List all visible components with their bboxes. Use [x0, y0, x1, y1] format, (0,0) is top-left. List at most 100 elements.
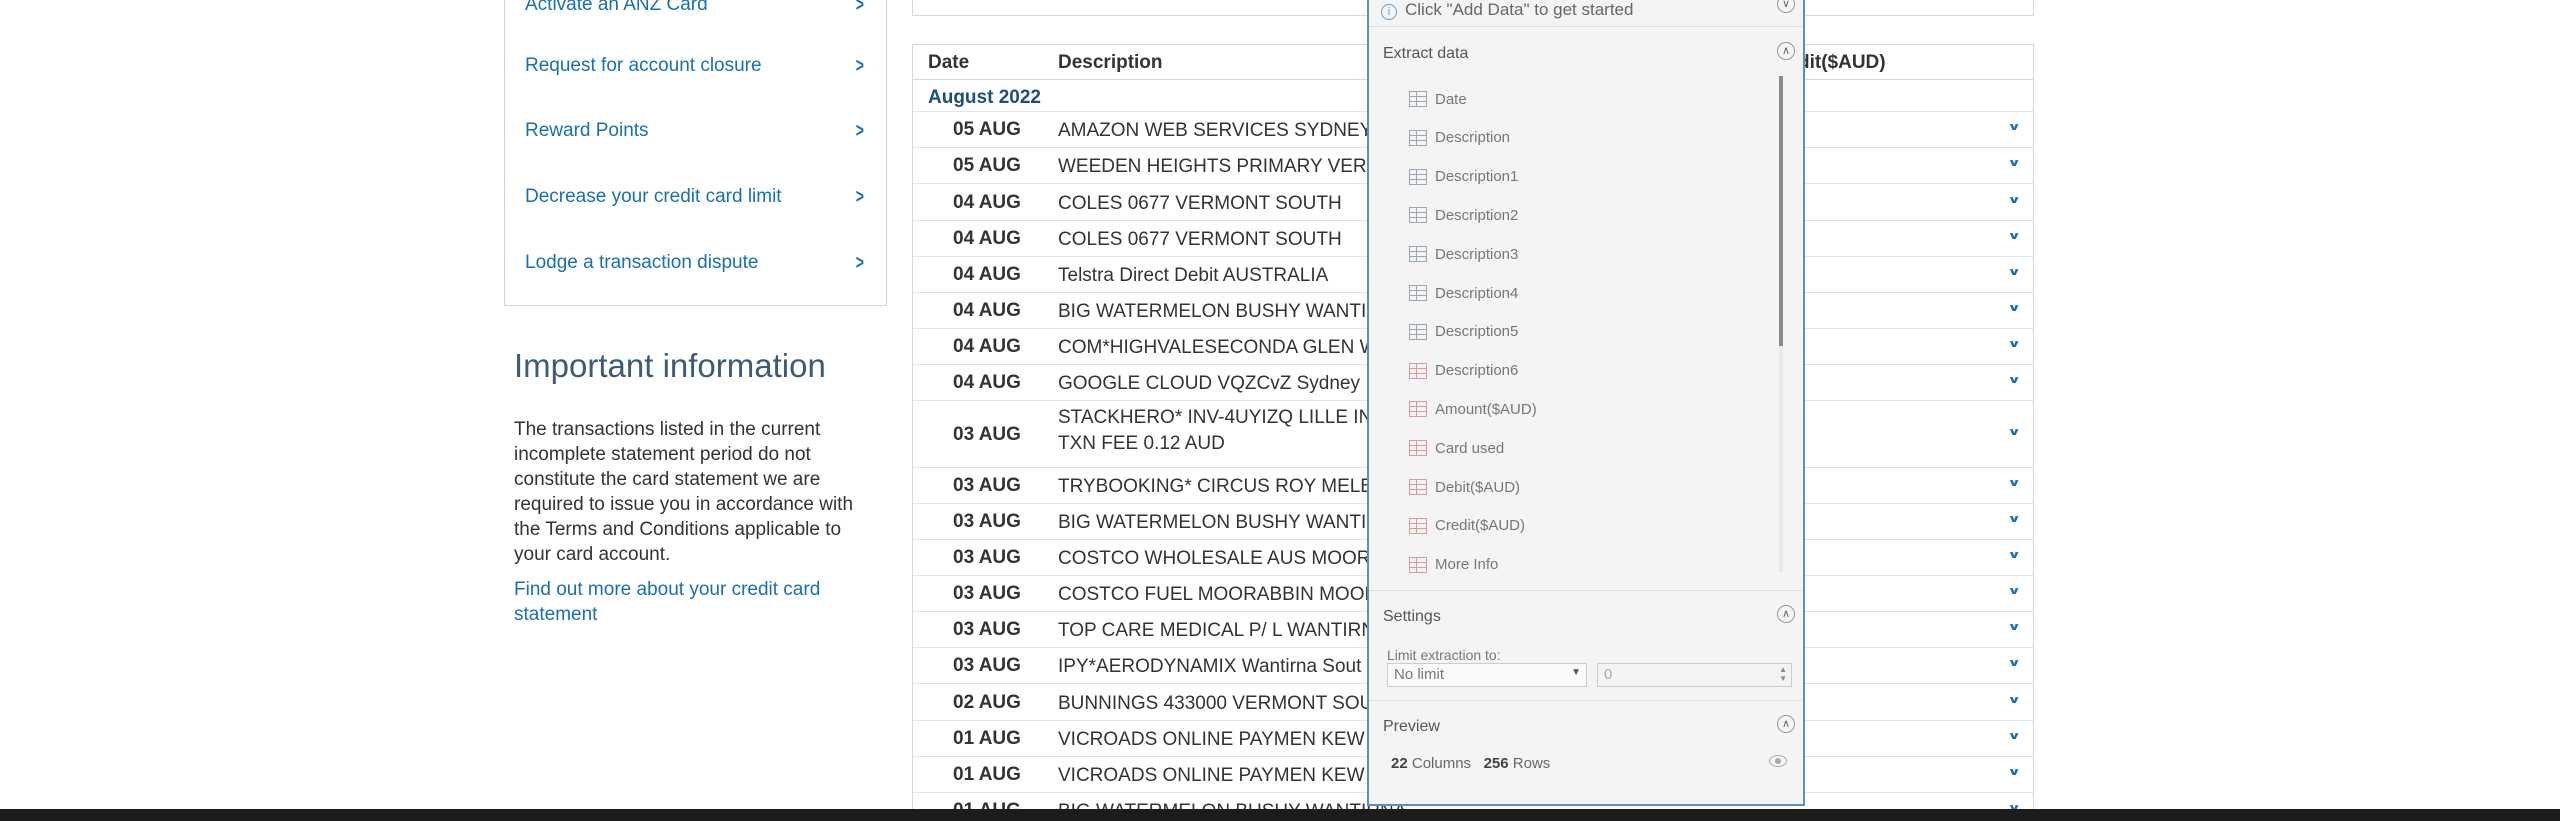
chevron-down-icon[interactable]: ∨ [2007, 657, 2021, 669]
extract-field[interactable]: Description4 [1409, 281, 1518, 305]
row-date: 03 AUG [953, 511, 1021, 532]
extract-field-label: Description4 [1435, 284, 1519, 302]
chevron-right-icon: > [856, 251, 865, 274]
extract-field[interactable]: Card used [1409, 436, 1504, 460]
chevron-down-icon[interactable]: ∨ [2007, 585, 2021, 597]
extract-field[interactable]: Debit($AUD) [1409, 475, 1520, 499]
extract-field[interactable]: Amount($AUD) [1409, 397, 1537, 421]
extract-field-label: Description [1435, 129, 1511, 147]
link-activate-card[interactable]: Activate an ANZ Card > [525, 0, 866, 20]
extract-field[interactable]: More Info [1409, 553, 1498, 577]
link-reward-points[interactable]: Reward Points > [525, 116, 866, 146]
extract-field[interactable]: Credit($AUD) [1409, 514, 1525, 538]
table-field-icon [1409, 479, 1427, 495]
extract-field-label: Credit($AUD) [1435, 517, 1526, 535]
limit-number-value: 0 [1604, 666, 1613, 683]
row-description: COSTCO FUEL MOORABBIN MOORAB [1058, 584, 1404, 605]
important-info-heading: Important information [514, 347, 826, 384]
chevron-down-icon[interactable]: ∨ [2007, 766, 2021, 778]
chevron-down-icon[interactable]: ∨ [2007, 426, 2021, 438]
row-date: 04 AUG [953, 336, 1021, 357]
table-field-icon [1409, 207, 1427, 224]
chevron-down-icon[interactable]: ∨ [2007, 549, 2021, 561]
collapse-icon[interactable]: ∨ [1777, 0, 1795, 13]
extract-field[interactable]: Description [1409, 126, 1510, 150]
extract-field[interactable]: Description6 [1409, 359, 1518, 383]
row-description: TRYBOOKING* CIRCUS ROY MELBOUR [1058, 476, 1416, 497]
chevron-down-icon[interactable]: ∨ [2007, 230, 2021, 242]
chevron-down-icon[interactable]: ∨ [2007, 302, 2021, 314]
extract-field[interactable]: Date [1409, 87, 1467, 111]
chevron-down-icon[interactable]: ∨ [2007, 477, 2021, 489]
extract-field-label: Description3 [1435, 245, 1519, 263]
chevron-right-icon: > [856, 119, 865, 142]
spinner-icon[interactable]: ▲ ▼ [1779, 665, 1787, 683]
columns-label: Columns [1411, 755, 1472, 772]
row-description: COSTCO WHOLESALE AUS MOORABB [1058, 548, 1409, 569]
chevron-down-icon[interactable]: ∨ [2007, 694, 2021, 706]
limit-label: Limit extraction to: [1387, 647, 1501, 663]
collapse-icon[interactable]: ∧ [1777, 715, 1795, 733]
header-date[interactable]: Date [928, 52, 969, 74]
collapse-icon[interactable]: ∧ [1777, 605, 1795, 623]
eye-icon[interactable] [1769, 755, 1787, 767]
link-decrease-limit[interactable]: Decrease your credit card limit > [525, 182, 866, 212]
row-date: 05 AUG [953, 155, 1021, 176]
extract-field[interactable]: Description3 [1409, 242, 1518, 266]
link-label: Request for account closure [525, 55, 762, 76]
preview-title: Preview [1383, 718, 1440, 735]
chevron-down-icon[interactable]: ∨ [2007, 157, 2021, 169]
table-field-icon [1409, 129, 1427, 146]
limit-select[interactable]: No limit ▼ [1387, 663, 1587, 687]
row-date: 03 AUG [953, 619, 1021, 640]
extract-field[interactable]: Description1 [1409, 165, 1518, 189]
extract-field-label: Card used [1435, 439, 1505, 457]
row-description: BIG WATERMELON BUSHY WANTIRNA [1058, 301, 1407, 322]
row-date: 05 AUG [953, 119, 1021, 140]
limit-number-input[interactable]: 0 ▲ ▼ [1597, 663, 1792, 687]
extract-field-label: Description5 [1435, 323, 1519, 341]
statement-info-link[interactable]: Find out more about your credit card sta… [514, 577, 844, 627]
row-description: VICROADS ONLINE PAYMEN KEW [1058, 729, 1365, 750]
row-date: 03 AUG [953, 423, 1021, 445]
chevron-down-icon[interactable]: ∨ [2007, 513, 2021, 525]
table-field-icon [1409, 362, 1427, 379]
rows-count: 256 [1483, 755, 1509, 772]
extract-data-panel: i Click "Add Data" to get started ∨ Extra… [1367, 0, 1805, 806]
chevron-down-icon[interactable]: ∨ [2007, 621, 2021, 633]
row-description: AMAZON WEB SERVICES SYDNEY [1058, 120, 1373, 141]
chevron-down-icon[interactable]: ∨ [2007, 266, 2021, 278]
rows-label: Rows [1512, 755, 1551, 772]
link-transaction-dispute[interactable]: Lodge a transaction dispute > [525, 248, 866, 278]
chevron-right-icon: > [856, 0, 865, 16]
extract-field-label: Amount($AUD) [1435, 400, 1537, 418]
scrollbar-thumb[interactable] [1779, 76, 1783, 346]
extract-field-label: Description2 [1435, 206, 1519, 224]
row-description: GOOGLE CLOUD VQZCvZ Sydney [1058, 373, 1360, 394]
row-date: 03 AUG [953, 475, 1021, 496]
chevron-down-icon[interactable]: ∨ [2007, 194, 2021, 206]
extract-field[interactable]: Description2 [1409, 203, 1518, 227]
row-date: 03 AUG [953, 655, 1021, 676]
chevron-down-icon[interactable]: ∨ [2007, 374, 2021, 386]
chevron-down-icon[interactable]: ∨ [2007, 338, 2021, 350]
collapse-icon[interactable]: ∧ [1777, 42, 1795, 60]
table-field-icon [1409, 440, 1427, 457]
table-field-icon [1409, 285, 1427, 301]
row-date: 03 AUG [953, 547, 1021, 568]
dropdown-arrow-icon: ▼ [1571, 667, 1581, 678]
settings-title: Settings [1383, 608, 1441, 625]
row-description: TOP CARE MEDICAL P/ L WANTIRNA S [1058, 620, 1405, 641]
row-date: 01 AUG [953, 728, 1021, 749]
chevron-down-icon[interactable]: ∨ [2007, 121, 2021, 133]
header-credit[interactable]: dit($AUD) [1798, 52, 1886, 74]
row-description: IPY*AERODYNAMIX Wantirna Sout [1058, 656, 1362, 677]
table-field-icon [1409, 517, 1427, 534]
link-account-closure[interactable]: Request for account closure > [525, 51, 866, 81]
row-description: BIG WATERMELON BUSHY WANTIRNA [1058, 512, 1407, 533]
divider [1369, 700, 1803, 701]
info-icon: i [1381, 4, 1397, 20]
chevron-down-icon[interactable]: ∨ [2007, 730, 2021, 742]
header-description[interactable]: Description [1058, 52, 1163, 74]
extract-field[interactable]: Description5 [1409, 320, 1518, 344]
